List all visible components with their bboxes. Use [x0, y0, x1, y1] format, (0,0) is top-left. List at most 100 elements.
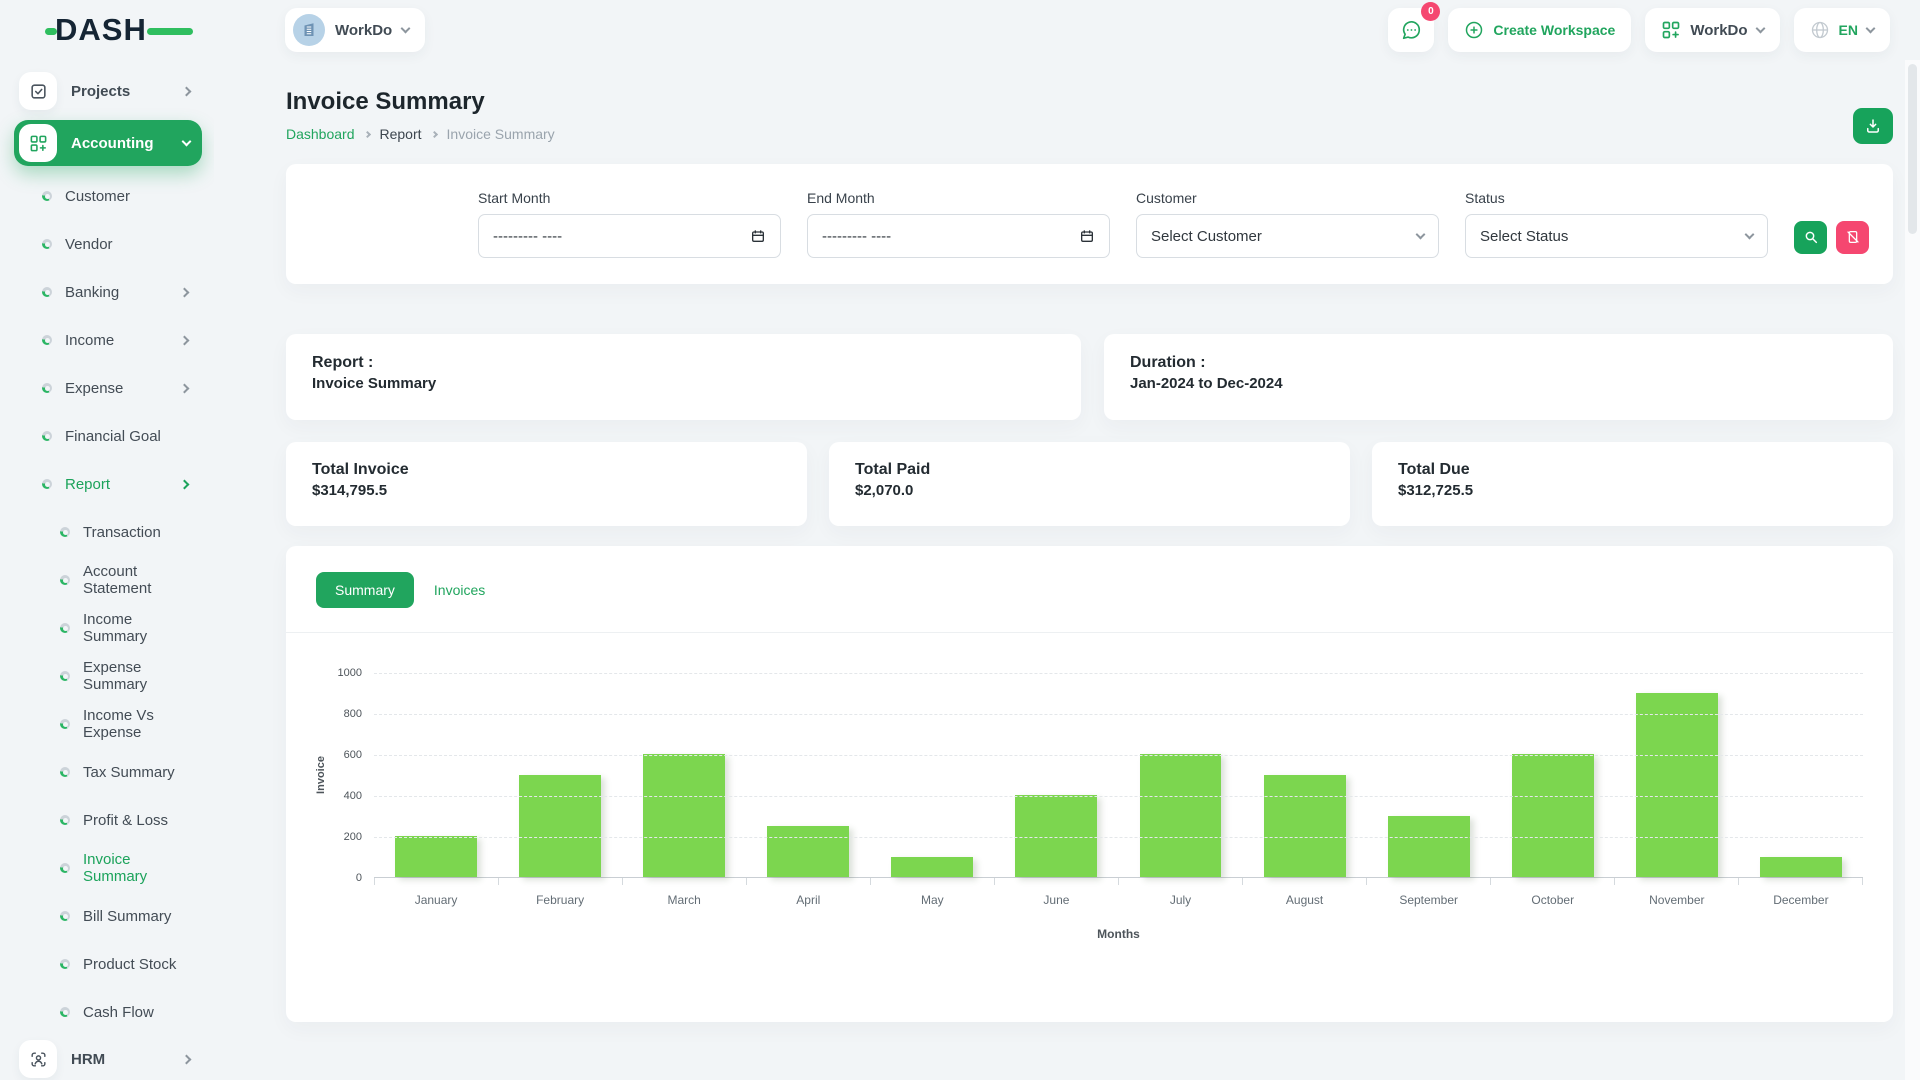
sidebar-item-tax-summary[interactable]: Tax Summary — [14, 748, 202, 796]
chevron-down-icon — [1866, 24, 1876, 34]
tab-summary[interactable]: Summary — [316, 572, 414, 608]
x-tick — [746, 878, 870, 885]
sidebar-item-label: Customer — [65, 188, 188, 205]
sidebar-item-expense[interactable]: Expense — [14, 364, 202, 412]
apply-filter-button[interactable] — [1794, 221, 1827, 254]
x-tick — [622, 878, 746, 885]
sidebar-item-income[interactable]: Income — [14, 316, 202, 364]
bar-slot-january — [374, 673, 498, 877]
sidebar-item-label: Invoice Summary — [83, 851, 188, 885]
sidebar-item-label: Report — [65, 476, 168, 493]
start-month-input[interactable]: --------- ---- — [478, 214, 781, 258]
brand-logo[interactable]: DASH — [55, 13, 167, 47]
sidebar-item-label: Expense Summary — [83, 659, 188, 693]
workspace-menu-label: WorkDo — [1690, 22, 1747, 39]
sidebar-item-label: Bill Summary — [83, 908, 188, 925]
bar-december — [1760, 857, 1842, 878]
bullet-icon — [60, 623, 70, 633]
bar-march — [643, 754, 725, 877]
total-due-card: Total Due $312,725.5 — [1372, 442, 1893, 526]
x-tick — [1614, 878, 1738, 885]
gridline-y-600 — [374, 755, 1863, 756]
y-tick-1000: 1000 — [338, 667, 362, 679]
x-tick — [870, 878, 994, 885]
bullet-icon — [60, 671, 70, 681]
sidebar-item-vendor[interactable]: Vendor — [14, 220, 202, 268]
sidebar-item-bill-summary[interactable]: Bill Summary — [14, 892, 202, 940]
breadcrumb-report[interactable]: Report — [380, 126, 422, 142]
language-menu-button[interactable]: EN — [1794, 8, 1890, 52]
sidebar-item-product-stock[interactable]: Product Stock — [14, 940, 202, 988]
x-tick — [1738, 878, 1863, 885]
bar-may — [891, 857, 973, 878]
x-label-october: October — [1491, 893, 1615, 907]
customer-select[interactable]: Select Customer — [1136, 214, 1439, 258]
report-card-title: Report : — [312, 354, 1055, 372]
end-month-input[interactable]: --------- ---- — [807, 214, 1110, 258]
sidebar-item-label: Product Stock — [83, 956, 188, 973]
sidebar-item-financial-goal[interactable]: Financial Goal — [14, 412, 202, 460]
tab-invoices[interactable]: Invoices — [430, 572, 489, 608]
scrollbar-thumb[interactable] — [1908, 64, 1917, 234]
sidebar-item-invoice-summary[interactable]: Invoice Summary — [14, 844, 202, 892]
sidebar-item-label: Income — [65, 332, 168, 349]
reset-filter-button[interactable] — [1836, 221, 1869, 254]
bullet-icon — [60, 863, 70, 873]
sidebar-item-expense-summary[interactable]: Expense Summary — [14, 652, 202, 700]
workspace-switcher[interactable]: WorkDo — [285, 8, 425, 52]
end-month-label: End Month — [807, 190, 1110, 206]
bar-october — [1512, 754, 1594, 877]
sidebar-item-profit-loss[interactable]: Profit & Loss — [14, 796, 202, 844]
sidebar-item-label: Projects — [71, 83, 169, 100]
users-focus-icon — [19, 1040, 57, 1078]
sidebar-item-accounting[interactable]: Accounting — [14, 120, 202, 166]
sidebar-item-report[interactable]: Report — [14, 460, 202, 508]
x-label-august: August — [1243, 893, 1367, 907]
page-scrollbar[interactable] — [1905, 60, 1920, 1080]
main-content: Invoice Summary Dashboard Report Invoice… — [286, 60, 1893, 1080]
x-tick — [1366, 878, 1490, 885]
bullet-icon — [60, 527, 70, 537]
chat-bubble-icon — [1400, 19, 1422, 41]
x-tick — [498, 878, 622, 885]
bar-november — [1636, 693, 1718, 878]
create-workspace-button[interactable]: Create Workspace — [1448, 8, 1631, 52]
bullet-icon — [60, 767, 70, 777]
logo-text: DASH — [55, 12, 147, 47]
sidebar-item-cash-flow[interactable]: Cash Flow — [14, 988, 202, 1036]
report-card-value: Invoice Summary — [312, 375, 1055, 392]
breadcrumb-current: Invoice Summary — [447, 126, 555, 142]
total-invoice-card: Total Invoice $314,795.5 — [286, 442, 807, 526]
breadcrumb: Dashboard Report Invoice Summary — [286, 126, 1893, 142]
clear-filter-icon — [1845, 229, 1861, 245]
gridline-y-800 — [374, 714, 1863, 715]
chevron-right-icon — [180, 383, 190, 393]
breadcrumb-dashboard[interactable]: Dashboard — [286, 126, 355, 142]
building-icon — [300, 21, 318, 39]
start-month-field: Start Month --------- ---- — [478, 190, 781, 258]
calendar-icon — [1079, 228, 1095, 244]
bar-february — [519, 775, 601, 878]
sidebar-item-transaction[interactable]: Transaction — [14, 508, 202, 556]
bullet-icon — [42, 335, 52, 345]
sidebar-item-customer[interactable]: Customer — [14, 172, 202, 220]
grid-plus-icon — [1661, 20, 1681, 40]
status-select[interactable]: Select Status — [1465, 214, 1768, 258]
x-tick — [994, 878, 1118, 885]
sidebar-item-income-vs-expense[interactable]: Income Vs Expense — [14, 700, 202, 748]
sidebar-item-hrm[interactable]: HRM — [14, 1036, 202, 1080]
workspace-menu-button[interactable]: WorkDo — [1645, 8, 1779, 52]
chevron-right-icon — [180, 287, 190, 297]
bar-slot-october — [1491, 673, 1615, 877]
chart-tabs: Summary Invoices — [316, 572, 1863, 608]
sidebar-item-label: Cash Flow — [83, 1004, 188, 1021]
chevron-down-icon — [1745, 230, 1755, 240]
sidebar-item-projects[interactable]: Projects — [14, 68, 202, 114]
sidebar-item-account-statement[interactable]: Account Statement — [14, 556, 202, 604]
x-label-march: March — [622, 893, 746, 907]
download-report-button[interactable] — [1853, 108, 1893, 144]
bullet-icon — [60, 575, 70, 585]
sidebar-item-income-summary[interactable]: Income Summary — [14, 604, 202, 652]
messages-button[interactable]: 0 — [1388, 8, 1434, 52]
sidebar-item-banking[interactable]: Banking — [14, 268, 202, 316]
